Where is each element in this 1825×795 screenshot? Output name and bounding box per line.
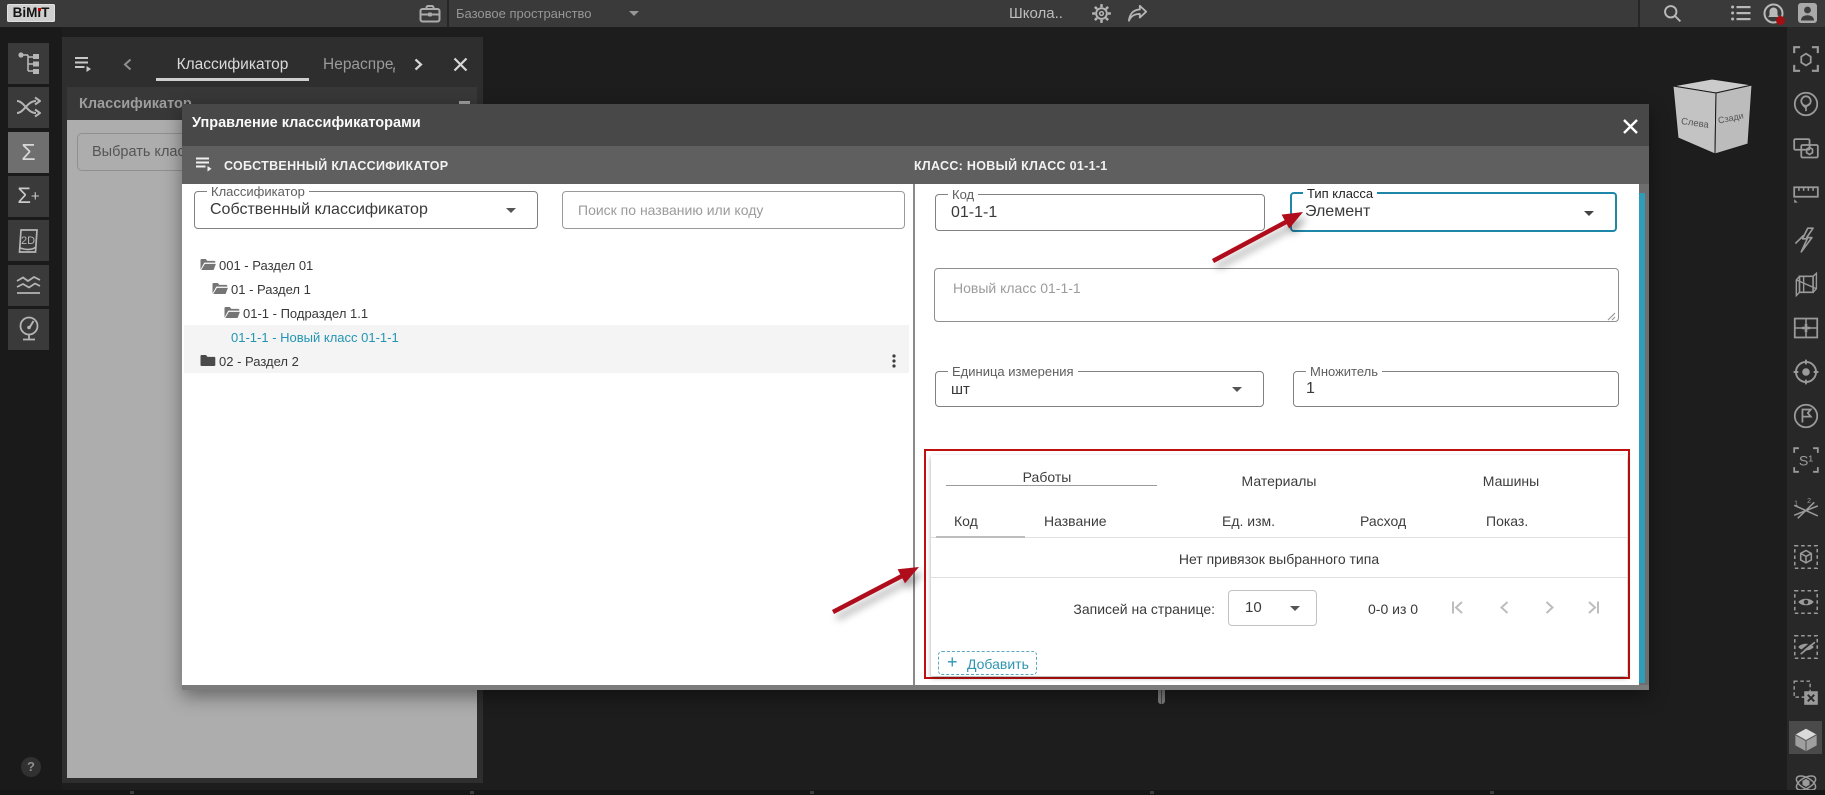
svg-text:S¹: S¹ bbox=[1799, 453, 1813, 469]
svg-text:1: 1 bbox=[1794, 499, 1798, 507]
svg-text:2: 2 bbox=[1807, 497, 1811, 505]
svg-text:2D: 2D bbox=[20, 235, 34, 247]
